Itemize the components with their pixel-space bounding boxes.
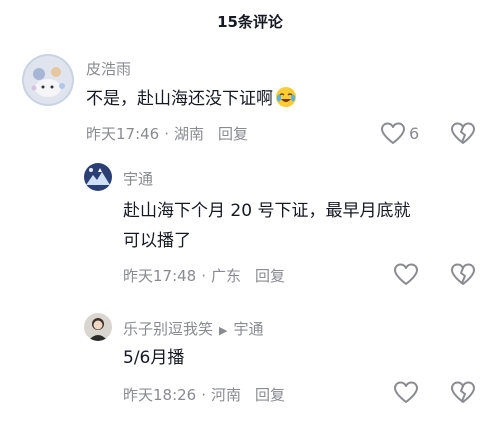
comment-text-line: 赴山海下个月 20 号下证，最早月底就 [123, 201, 411, 221]
comment-text: 赴山海下个月 20 号下证，最早月底就 可以播了 [123, 196, 410, 256]
comment-text-content: 不是，赴山海还没下证啊 [86, 89, 273, 109]
comment-location: 河南 [211, 386, 242, 404]
reply-button[interactable]: 回复 [255, 265, 285, 286]
comment-time: 昨天17:48 [123, 267, 197, 285]
comments-header: 15条评论 [0, 6, 500, 36]
comment-location: 湖南 [174, 125, 205, 143]
comment-text-content: 5/6月播 [123, 348, 185, 368]
reply-to-user[interactable]: 宇通 [233, 320, 263, 338]
like-count: 6 [409, 124, 420, 143]
crying-laughing-emoji-icon [275, 86, 297, 108]
comment-author[interactable]: 宇通 [123, 168, 153, 189]
separator-dot: · [164, 124, 170, 143]
comment-text: 不是，赴山海还没下证啊 [86, 84, 297, 114]
broken-heart-icon[interactable] [450, 380, 476, 406]
comment-location: 广东 [211, 267, 242, 285]
separator-dot: · [201, 266, 207, 285]
broken-heart-icon[interactable] [450, 121, 476, 147]
comment-author[interactable]: 皮浩雨 [86, 58, 131, 79]
comment-text-line: 可以播了 [123, 231, 191, 251]
separator-dot: · [201, 385, 207, 404]
like-heart-icon[interactable] [380, 121, 406, 147]
avatar[interactable] [84, 163, 112, 191]
reply-arrow-icon: ▶ [219, 324, 228, 337]
comment-meta: 昨天17:46 · 湖南 回复 [86, 123, 248, 144]
comment-meta: 昨天17:48 · 广东 回复 [123, 265, 285, 286]
comment-time: 昨天17:46 [86, 125, 160, 143]
comment-time: 昨天18:26 [123, 386, 197, 404]
comment-author[interactable]: 乐子别逗我笑 [123, 320, 213, 338]
comments-count-title: 15条评论 [217, 12, 283, 31]
like-heart-icon[interactable] [393, 380, 419, 406]
broken-heart-icon[interactable] [450, 262, 476, 288]
comment-author-line: 乐子别逗我笑 ▶ 宇通 [123, 318, 264, 339]
avatar[interactable] [84, 313, 112, 341]
avatar[interactable] [22, 54, 74, 106]
reply-button[interactable]: 回复 [255, 384, 285, 405]
reply-button[interactable]: 回复 [218, 123, 248, 144]
comment-meta: 昨天18:26 · 河南 回复 [123, 384, 285, 405]
like-heart-icon[interactable] [393, 262, 419, 288]
comment-text: 5/6月播 [123, 343, 184, 373]
